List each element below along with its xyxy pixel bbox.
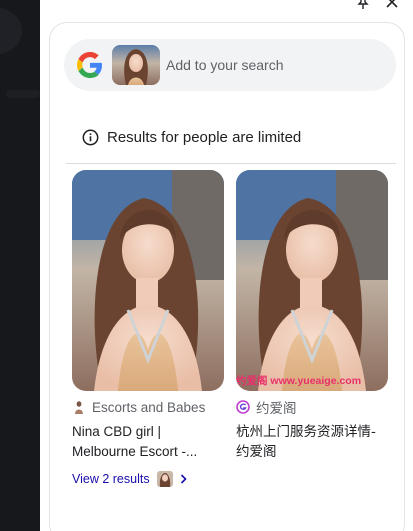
results-card: Results for people are limited (49, 22, 405, 531)
result-title[interactable]: 杭州上门服务资源详情-约爱阁 (236, 422, 388, 462)
more-results-thumbnail (156, 471, 173, 487)
site-favicon-icon (72, 400, 86, 414)
source-name: Escorts and Babes (92, 399, 206, 415)
notice-text: Results for people are limited (107, 128, 302, 146)
divider (66, 163, 396, 164)
result-title[interactable]: Nina CBD girl | Melbourne Escort -... (72, 422, 224, 462)
search-bar[interactable] (64, 39, 396, 91)
chevron-right-icon (180, 474, 187, 484)
result-source[interactable]: Escorts and Babes (72, 399, 224, 415)
info-icon (82, 129, 99, 146)
result-image[interactable]: 约爱阁 www.yueaige.com (236, 170, 388, 391)
image-watermark: 约爱阁 www.yueaige.com (236, 375, 362, 387)
result-image[interactable] (72, 170, 224, 391)
close-icon[interactable] (385, 0, 403, 10)
google-g-logo (77, 52, 103, 78)
background-shape (0, 8, 22, 54)
query-image-thumbnail[interactable] (112, 45, 160, 85)
background-page-area (0, 0, 40, 531)
view-more-label: View 2 results (72, 472, 150, 486)
site-favicon-icon (236, 400, 250, 414)
limited-results-notice: Results for people are limited (82, 127, 301, 147)
view-more-results-link[interactable]: View 2 results (72, 470, 224, 488)
result-card[interactable]: 约爱阁 www.yueaige.com 约爱阁 杭州上门服务资源详情-约爱阁 (236, 170, 388, 462)
source-name: 约爱阁 (256, 401, 297, 416)
background-shape (6, 90, 40, 98)
result-card[interactable]: Escorts and Babes Nina CBD girl | Melbou… (72, 170, 224, 488)
search-input[interactable] (166, 53, 388, 77)
result-source[interactable]: 约爱阁 (236, 399, 388, 416)
lens-side-panel: Results for people are limited (40, 0, 413, 531)
pin-icon[interactable] (356, 0, 374, 10)
